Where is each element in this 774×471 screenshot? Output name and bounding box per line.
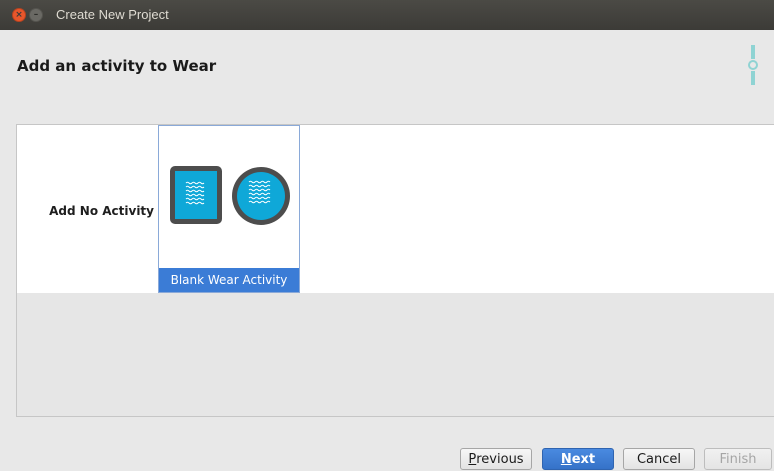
cancel-button[interactable]: Cancel: [623, 448, 695, 470]
previous-button[interactable]: Previous: [460, 448, 532, 470]
previous-label: revious: [476, 451, 524, 467]
add-no-activity-option[interactable]: Add No Activity: [17, 125, 157, 293]
next-button[interactable]: Next: [542, 448, 614, 470]
finish-button: Finish: [704, 448, 772, 470]
window-close-icon[interactable]: ×: [12, 8, 26, 22]
android-studio-logo-icon: [748, 45, 758, 85]
gallery-row: Add No Activity Blank Wear Activity: [17, 125, 774, 293]
next-mnemonic: N: [560, 451, 572, 467]
window-titlebar: × – Create New Project: [0, 0, 774, 30]
window-title: Create New Project: [56, 7, 169, 22]
blank-wear-activity-option[interactable]: Blank Wear Activity: [158, 125, 300, 293]
activity-gallery: Add No Activity Blank Wear Activity: [16, 124, 774, 417]
window-minimize-icon[interactable]: –: [29, 8, 43, 22]
page-title: Add an activity to Wear: [17, 57, 217, 75]
blank-wear-activity-label: Blank Wear Activity: [159, 268, 299, 292]
previous-mnemonic: P: [468, 451, 477, 467]
add-no-activity-label: Add No Activity: [49, 204, 154, 218]
wear-square-and-round-watch-icon: [170, 166, 290, 225]
next-label: ext: [571, 451, 596, 467]
